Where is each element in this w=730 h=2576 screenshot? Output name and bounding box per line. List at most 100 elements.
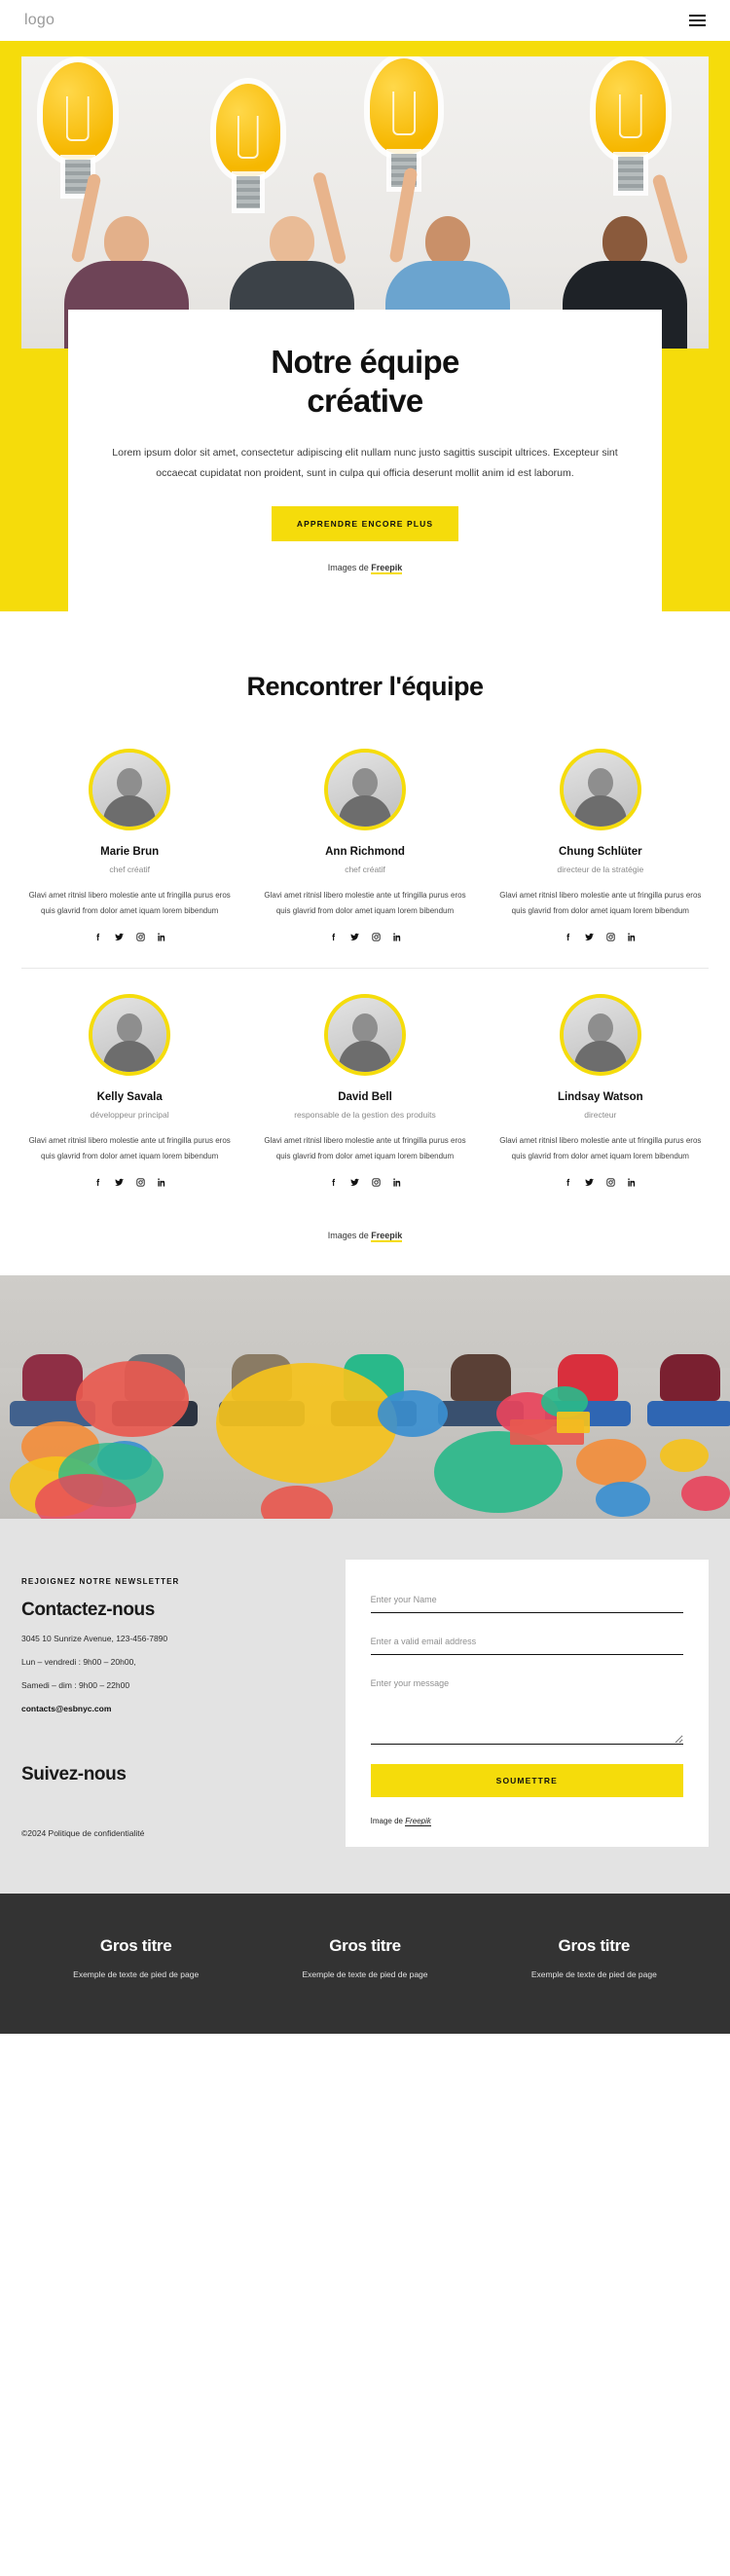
- linkedin-icon[interactable]: [157, 1177, 167, 1188]
- linkedin-icon[interactable]: [157, 932, 167, 942]
- hero-credit-link[interactable]: Freepik: [371, 562, 403, 574]
- facebook-icon[interactable]: [92, 1177, 103, 1188]
- member-role: chef créatif: [109, 864, 150, 874]
- member-role: responsable de la gestion des produits: [294, 1109, 436, 1120]
- site-footer: Gros titre Exemple de texte de pied de p…: [0, 1893, 730, 2034]
- logo[interactable]: logo: [24, 12, 55, 29]
- name-field[interactable]: [370, 1588, 683, 1613]
- footer-column-text: Exemple de texte de pied de page: [73, 1969, 200, 1979]
- twitter-icon[interactable]: [584, 1177, 595, 1188]
- contact-info: REJOIGNEZ NOTRE NEWSLETTER Contactez-nou…: [21, 1560, 324, 1847]
- hero-image-credit: Images de Freepik: [105, 562, 625, 574]
- submit-button[interactable]: SOUMETTRE: [370, 1763, 683, 1797]
- footer-column-text: Exemple de texte de pied de page: [530, 1969, 657, 1979]
- instagram-icon[interactable]: [605, 1177, 616, 1188]
- hero-title-line-2: créative: [307, 383, 423, 420]
- lightbulb-icon: [216, 84, 280, 208]
- team-row: Marie Brun chef créatif Glavi amet ritni…: [21, 748, 709, 969]
- doodle-circle: [576, 1438, 646, 1486]
- avatar: [559, 993, 641, 1076]
- member-social-links: [257, 1177, 473, 1188]
- member-social-links: [493, 1177, 709, 1188]
- contact-form: SOUMETTRE Image de Freepik: [345, 1559, 709, 1847]
- contact-email[interactable]: contacts@esbnyc.com: [21, 1704, 324, 1713]
- member-bio: Glavi amet ritnisl libero molestie ante …: [28, 1135, 231, 1160]
- learn-more-button[interactable]: APPRENDRE ENCORE PLUS: [271, 505, 459, 541]
- twitter-icon[interactable]: [349, 932, 360, 942]
- instagram-icon[interactable]: [371, 932, 382, 942]
- facebook-icon[interactable]: [328, 1177, 339, 1188]
- linkedin-icon[interactable]: [627, 932, 638, 942]
- hamburger-bar: [689, 15, 706, 17]
- footer-column-title: Gros titre: [329, 1935, 401, 1955]
- team-section: Rencontrer l'équipe Marie Brun chef créa…: [0, 610, 730, 1275]
- member-social-links: [493, 932, 709, 942]
- member-bio: Glavi amet ritnisl libero molestie ante …: [28, 890, 231, 915]
- email-field[interactable]: [370, 1630, 683, 1655]
- newsletter-eyebrow: REJOIGNEZ NOTRE NEWSLETTER: [21, 1576, 180, 1586]
- team-image-credit: Images de Freepik: [21, 1213, 709, 1266]
- member-social-links: [21, 1177, 237, 1188]
- lightbulb-icon: [43, 62, 113, 194]
- instagram-icon[interactable]: [371, 1177, 382, 1188]
- instagram-icon[interactable]: [605, 932, 616, 942]
- member-bio: Glavi amet ritnisl libero molestie ante …: [264, 1135, 466, 1160]
- member-name: Lindsay Watson: [557, 1090, 643, 1103]
- facebook-icon[interactable]: [563, 932, 573, 942]
- footer-column-text: Exemple de texte de pied de page: [302, 1969, 428, 1979]
- member-name: David Bell: [338, 1090, 392, 1103]
- hero-description: Lorem ipsum dolor sit amet, consectetur …: [112, 446, 618, 480]
- linkedin-icon[interactable]: [627, 1177, 638, 1188]
- team-credit-link[interactable]: Freepik: [371, 1230, 403, 1242]
- linkedin-icon[interactable]: [392, 932, 403, 942]
- team-member-card: David Bell responsable de la gestion des…: [257, 993, 473, 1188]
- member-bio: Glavi amet ritnisl libero molestie ante …: [499, 1135, 702, 1160]
- form-credit-link[interactable]: Freepik: [405, 1816, 431, 1826]
- facebook-icon[interactable]: [92, 932, 103, 942]
- copyright-text[interactable]: ©2024 Politique de confidentialité: [21, 1828, 324, 1838]
- hero-card: Notre équipe créative Lorem ipsum dolor …: [68, 310, 662, 611]
- facebook-icon[interactable]: [328, 932, 339, 942]
- footer-column: Gros titre Exemple de texte de pied de p…: [21, 1936, 250, 1979]
- doodle-square: [557, 1411, 590, 1433]
- member-social-links: [21, 932, 237, 942]
- footer-column: Gros titre Exemple de texte de pied de p…: [250, 1936, 479, 1979]
- contact-hours-weekday: Lun – vendredi : 9h00 – 20h00,: [21, 1657, 136, 1668]
- member-role: développeur principal: [90, 1109, 169, 1120]
- instagram-icon[interactable]: [135, 932, 146, 942]
- twitter-icon[interactable]: [349, 1177, 360, 1188]
- member-role: directeur de la stratégie: [557, 864, 644, 874]
- member-name: Chung Schlüter: [559, 845, 642, 858]
- twitter-icon[interactable]: [584, 932, 595, 942]
- site-header: logo: [0, 0, 730, 41]
- doodle-circle: [216, 1362, 397, 1484]
- hamburger-icon[interactable]: [686, 12, 709, 29]
- team-credit-prefix: Images de: [327, 1230, 372, 1240]
- team-member-card: Kelly Savala développeur principal Glavi…: [21, 993, 237, 1188]
- team-member-card: Ann Richmond chef créatif Glavi amet rit…: [257, 748, 473, 942]
- twitter-icon[interactable]: [114, 1177, 125, 1188]
- hero-photo: [21, 56, 709, 349]
- footer-column: Gros titre Exemple de texte de pied de p…: [480, 1936, 709, 1979]
- avatar: [89, 748, 171, 830]
- avatar: [89, 993, 171, 1076]
- hamburger-bar: [689, 19, 706, 21]
- contact-heading: Contactez-nous: [21, 1600, 155, 1621]
- message-field[interactable]: [370, 1672, 683, 1745]
- twitter-icon[interactable]: [114, 932, 125, 942]
- avatar: [324, 748, 406, 830]
- form-image-credit: Image de Freepik: [371, 1816, 683, 1826]
- contact-address: 3045 10 Sunrize Avenue, 123-456-7890: [21, 1634, 168, 1644]
- hero-title-line-1: Notre équipe: [271, 344, 459, 380]
- member-name: Marie Brun: [100, 845, 160, 858]
- member-bio: Glavi amet ritnisl libero molestie ante …: [499, 890, 702, 915]
- instagram-icon[interactable]: [135, 1177, 146, 1188]
- contact-hours-weekend: Samedi – dim : 9h00 – 22h00: [21, 1680, 130, 1691]
- member-role: chef créatif: [345, 864, 385, 874]
- avatar: [559, 748, 641, 830]
- linkedin-icon[interactable]: [392, 1177, 403, 1188]
- hamburger-bar: [689, 24, 706, 26]
- facebook-icon[interactable]: [563, 1177, 573, 1188]
- doodle-circle: [596, 1481, 650, 1517]
- follow-heading: Suivez-nous: [21, 1764, 127, 1785]
